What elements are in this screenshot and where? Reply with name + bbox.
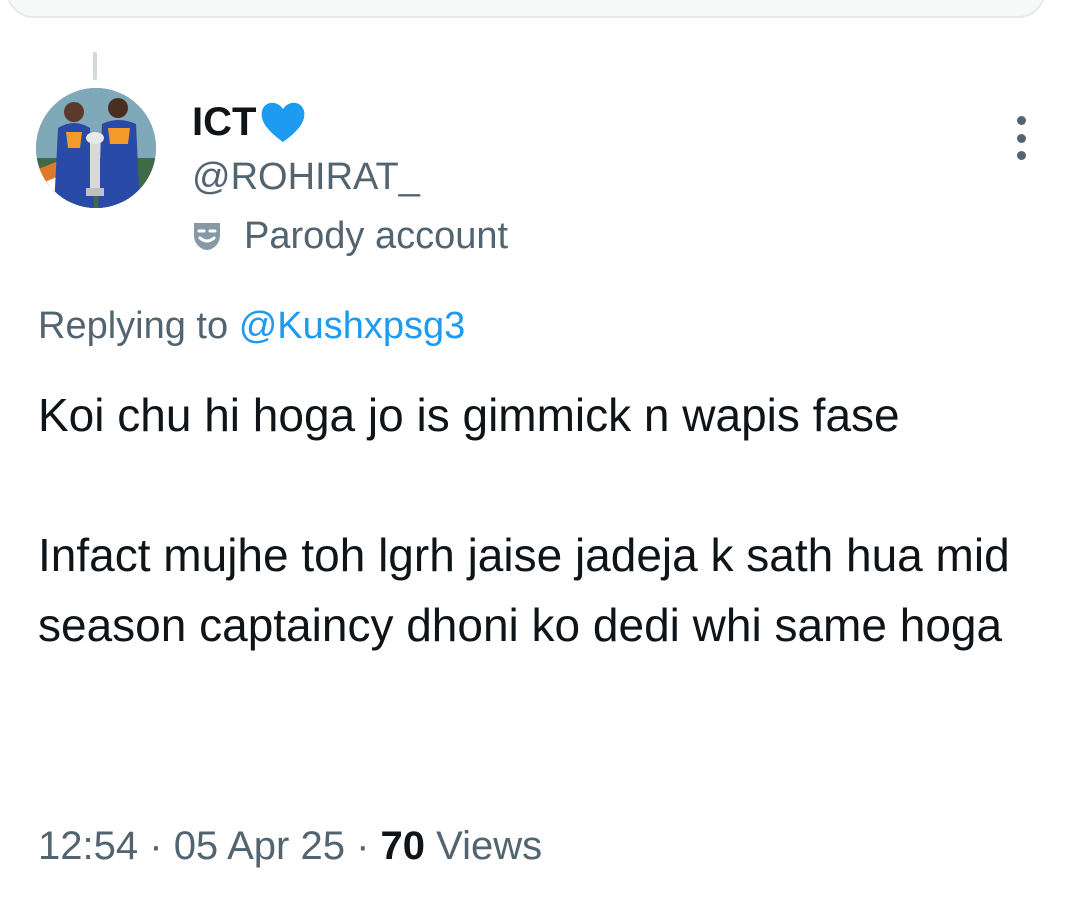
display-name[interactable]: ICT <box>192 96 308 148</box>
user-handle[interactable]: @ROHIRAT_ <box>192 152 420 202</box>
views-count[interactable]: 70 <box>381 824 426 868</box>
tweet-paragraph: Koi chu hi hoga jo is gimmick n wapis fa… <box>38 389 900 441</box>
views-label: Views <box>436 824 543 868</box>
parody-mask-icon <box>194 223 220 250</box>
tweet-body: Koi chu hi hoga jo is gimmick n wapis fa… <box>38 380 1048 660</box>
replying-to-prefix: Replying to <box>38 305 229 347</box>
more-options-button[interactable] <box>1004 116 1038 160</box>
avatar-image <box>36 88 156 208</box>
avatar[interactable] <box>36 88 156 208</box>
tweet-paragraph: Infact mujhe toh lgrh jaise jadeja k sat… <box>38 529 1023 651</box>
replying-to-line: Replying to @Kushxpsg3 <box>38 300 465 352</box>
blue-heart-icon <box>258 98 308 146</box>
parody-label-text: Parody account <box>244 214 509 257</box>
previous-tweet-card[interactable] <box>6 0 1046 18</box>
display-name-text: ICT <box>192 100 257 144</box>
replying-to-mention[interactable]: @Kushxpsg3 <box>239 305 466 347</box>
tweet-date[interactable]: 05 Apr 25 <box>174 824 345 868</box>
parody-label: Parody account <box>190 210 508 262</box>
thread-connector-line <box>93 52 97 80</box>
meta-separator: · <box>149 824 163 868</box>
tweet-paragraph-spacer <box>38 450 1048 520</box>
more-dot <box>1016 133 1026 143</box>
meta-separator: · <box>356 824 370 868</box>
more-dot <box>1016 151 1026 160</box>
tweet-time[interactable]: 12:54 <box>38 824 138 868</box>
tweet-meta: 12:54 · 05 Apr 25 · 70 Views <box>38 818 542 874</box>
more-vertical-icon <box>1016 116 1026 125</box>
